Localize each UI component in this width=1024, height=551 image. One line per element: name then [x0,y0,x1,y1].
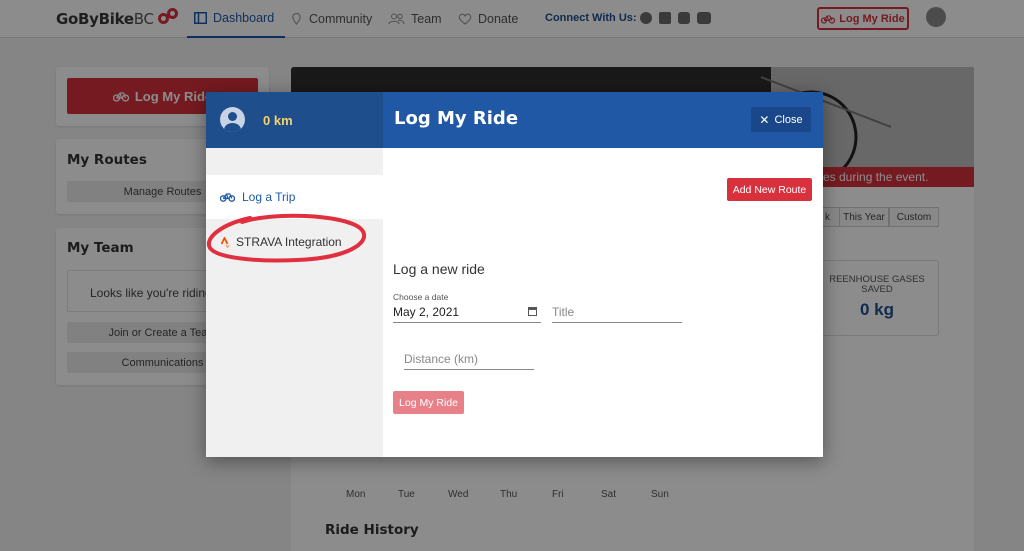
total-distance: 0 km [263,113,293,128]
annotation-circle [206,213,367,263]
title-placeholder: Title [552,305,575,319]
modal-tabs: Log a Trip STRAVA Integration [206,148,383,457]
close-label: Close [774,113,803,126]
bicycle-icon [220,193,235,202]
date-value: May 2, 2021 [393,305,460,319]
close-icon: ✕ [759,112,770,127]
modal-header: Log My Ride ✕ Close [383,92,823,148]
close-button[interactable]: ✕ Close [751,107,811,132]
tab-log-a-trip-label: Log a Trip [242,190,296,204]
distance-placeholder: Distance (km) [404,352,479,366]
title-field[interactable]: Title [552,305,682,323]
distance-field[interactable]: Distance (km) [404,352,534,370]
modal-user-header: 0 km [206,92,383,148]
log-my-ride-submit-label: Log My Ride [399,396,458,409]
calendar-icon[interactable] [528,307,537,316]
user-avatar-icon [220,107,245,132]
form-heading: Log a new ride [393,261,485,277]
log-ride-modal: 0 km Log My Ride ✕ Close Log a Trip STRA… [206,92,823,457]
add-new-route-label: Add New Route [732,183,807,196]
add-new-route-button[interactable]: Add New Route [727,178,812,201]
date-field[interactable]: May 2, 2021 [393,305,541,323]
modal-title: Log My Ride [394,108,519,129]
log-my-ride-submit-button[interactable]: Log My Ride [393,391,464,414]
date-field-label: Choose a date [393,292,449,302]
